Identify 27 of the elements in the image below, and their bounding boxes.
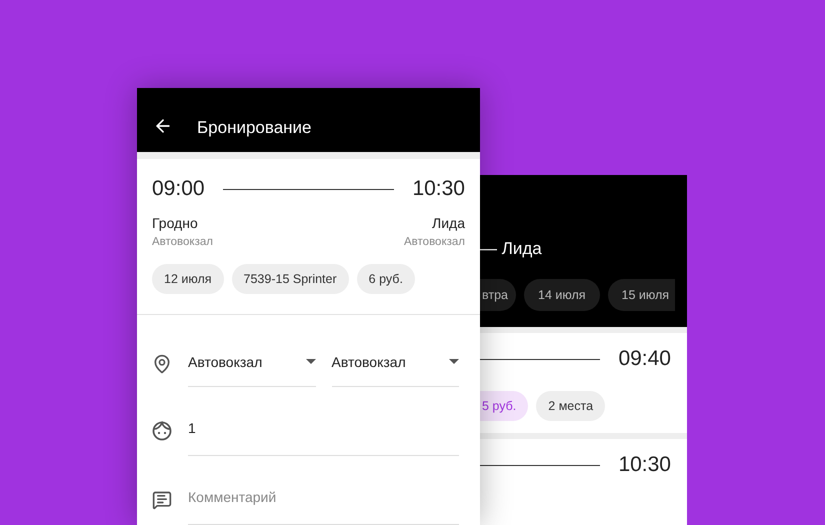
stop-select[interactable]: Автовокзал — [332, 341, 459, 387]
date-chip[interactable]: 14 июля — [524, 279, 600, 311]
arrival-time: 10:30 — [412, 177, 465, 201]
face-icon — [152, 420, 172, 440]
caret-icon — [306, 359, 316, 364]
city-name: Гродно — [152, 215, 198, 231]
arrival-time: 10:30 — [618, 453, 671, 477]
date-chip[interactable]: 15 июля — [608, 279, 676, 311]
station-name: Автовокзал — [404, 236, 465, 248]
city-name: Лида — [432, 215, 465, 231]
route-title: — Лида — [480, 239, 543, 259]
arrival-time: 09:40 — [618, 347, 671, 371]
departure-time: 09:00 — [152, 177, 205, 201]
info-chip: 7539-15 Sprinter — [232, 264, 349, 294]
passengers-field[interactable]: 1 — [188, 405, 459, 456]
info-chip: 12 июля — [152, 264, 224, 294]
screen-title: Бронирование — [197, 118, 312, 138]
price-chip: 5 руб. — [480, 391, 528, 421]
caret-icon — [449, 359, 459, 364]
info-chip: 6 руб. — [356, 264, 415, 294]
stop-select[interactable]: Автовокзал — [188, 341, 316, 387]
date-chip[interactable]: втра — [480, 279, 516, 311]
station-name: Автовокзал — [152, 236, 213, 248]
location-pin-icon — [152, 354, 172, 374]
comment-icon — [152, 490, 172, 510]
comment-field[interactable]: Комментарий — [188, 474, 459, 525]
seats-chip: 2 места — [536, 391, 606, 421]
